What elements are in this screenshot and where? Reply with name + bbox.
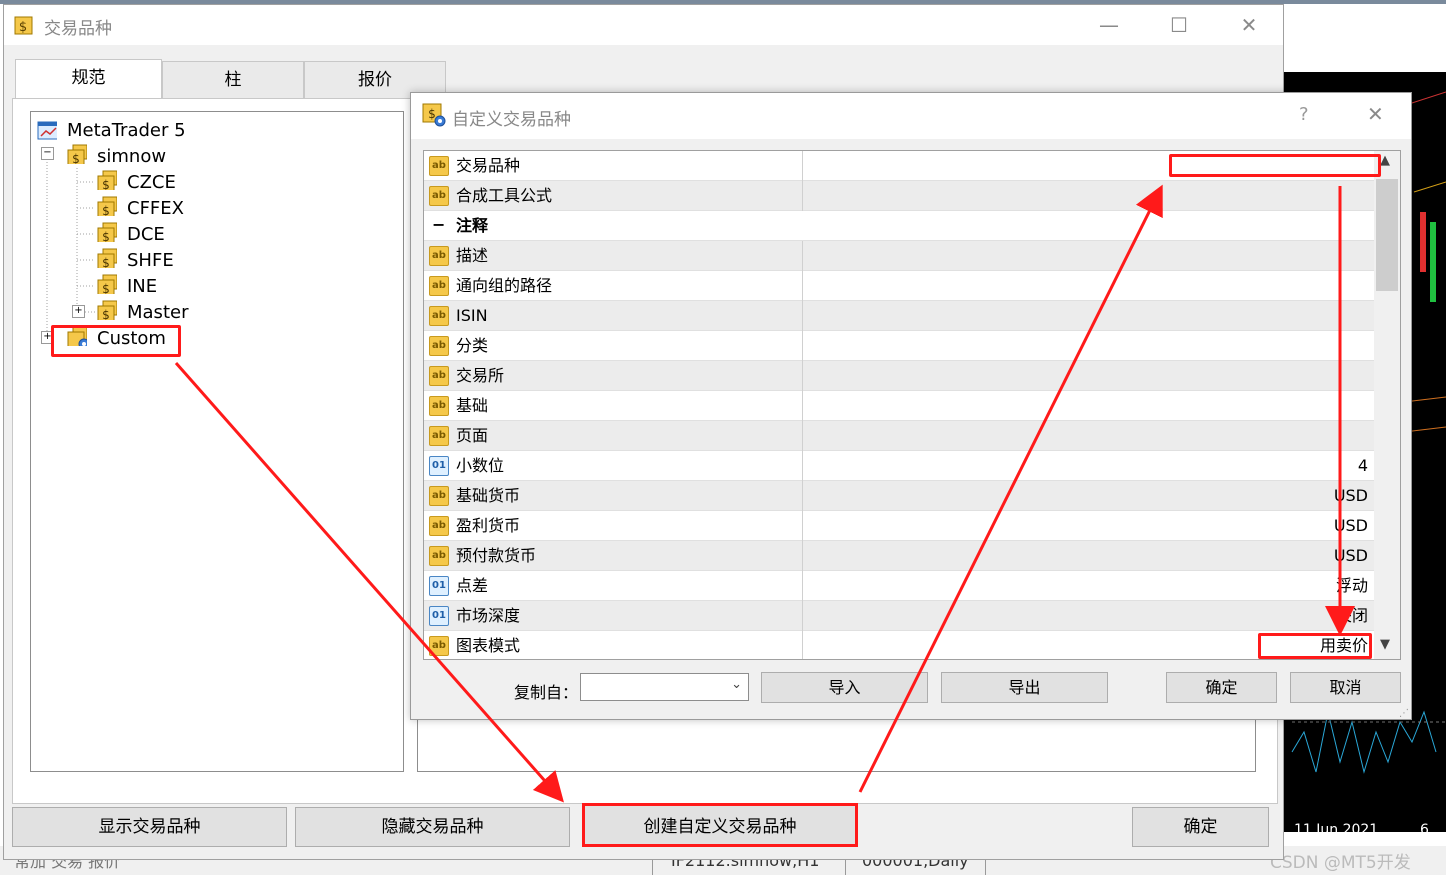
arrow-custom-to-create xyxy=(174,362,564,803)
annotation-arrows xyxy=(174,184,1355,803)
arrow-create-to-symbol xyxy=(858,184,1163,793)
